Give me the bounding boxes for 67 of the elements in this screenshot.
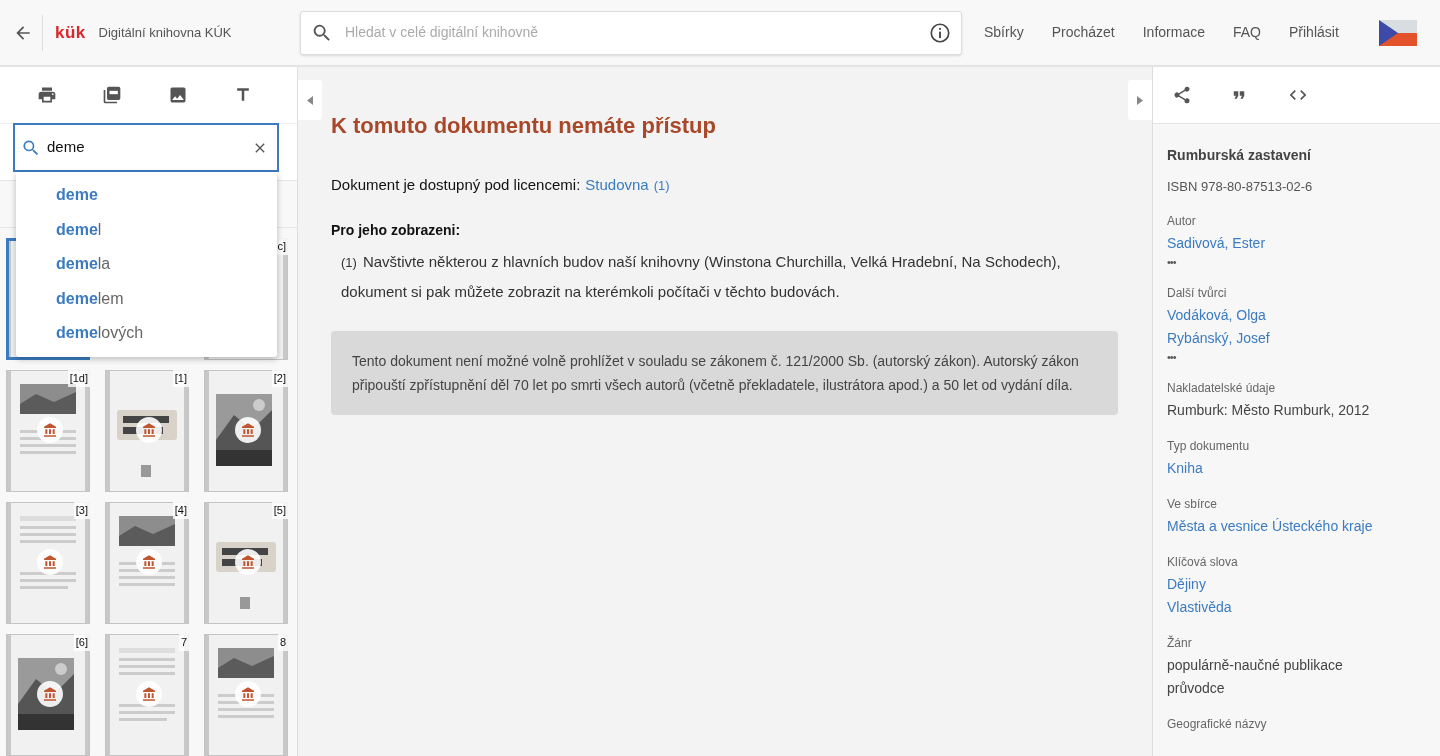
field-label: Typ dokumentu [1167,437,1251,455]
instruction-text: (1) Navštivte některou z hlavních budov naší knihovny (Winstona Churchilla, Velká Hradební, Na Schodech), dokument si pak můžete zobrazit na kterémkoli počítači v těchto budovách. [341,251,1062,302]
nav-link[interactable]: Procházet [1051,22,1115,43]
suggestion-item[interactable]: demela [16,247,277,282]
library-building-icon [42,554,58,570]
access-denied-heading: K tomuto dokumentu nemáte přístup [331,112,717,140]
page-label: 7 [178,634,189,651]
info-icon[interactable] [929,21,951,44]
search-field[interactable]: Hledat v celé digitální knihovně [300,10,962,55]
nav-link[interactable]: FAQ [1233,22,1261,43]
metadata-link[interactable]: Vlastivěda [1167,595,1426,619]
license-note: (1) [653,177,670,195]
suggestion-item[interactable]: demelových [16,316,277,351]
page-label: [1d] [67,370,90,387]
more-button[interactable]: ••• [1167,254,1426,269]
suggestion-item[interactable]: deme [16,178,277,213]
field-label: Žánr [1167,634,1193,652]
metadata-value: populárně-naučné publikace [1167,655,1344,675]
library-building-icon [141,686,157,702]
metadata-link[interactable]: Rybánský, Josef [1167,326,1426,350]
metadata-link[interactable]: Města a vesnice Ústeckého kraje [1167,514,1426,538]
field-label: Geografické názvy [1167,715,1268,733]
license-link[interactable]: Studovna [585,174,649,197]
metadata-link[interactable]: Vodáková, Olga [1167,303,1426,327]
metadata-link[interactable]: Dějiny [1167,572,1426,596]
share-icon[interactable] [1172,85,1192,105]
metadata-value: průvodce [1167,678,1226,698]
nav-link[interactable]: Přihlásit [1289,22,1339,43]
metadata-value: Rumburk: Město Rumburk, 2012 [1167,400,1371,420]
library-building-icon [240,686,256,702]
search-input[interactable]: deme [47,136,252,159]
metadata-link[interactable]: Kniha [1167,456,1426,480]
isbn-text: ISBN 978-80-87513-02-6 [1167,178,1314,196]
library-building-icon [42,686,58,702]
field-label: Nakladatelské údaje [1167,379,1277,397]
library-building-icon [42,422,58,438]
library-building-icon [240,422,256,438]
nav-link[interactable]: Informace [1142,22,1205,43]
library-building-icon [240,554,256,570]
license-text: Dokument je dostupný pod licencemi: [331,175,581,195]
page-label: 8 [277,634,288,651]
image-icon[interactable] [168,85,188,105]
caret-right-icon [1137,95,1143,105]
field-label: Klíčová slova [1167,553,1239,571]
field-label: Ve sbírce [1167,495,1219,513]
search-field[interactable]: deme [13,123,279,172]
library-building-icon [141,554,157,570]
czech-flag-icon[interactable] [1378,19,1417,46]
nav-link[interactable]: Sbírky [984,22,1024,43]
library-building-icon [141,422,157,438]
suggestion-item[interactable]: demelem [16,281,277,316]
instructions-title: Pro jeho zobrazeni: [331,220,462,240]
suggestion-item[interactable]: demel [16,212,277,247]
metadata-link[interactable]: Sadivová, Ester [1167,231,1426,255]
logo[interactable]: kük [55,19,86,46]
site-title[interactable]: Digitální knihovna KÚK [98,22,232,43]
print-icon[interactable] [37,85,57,105]
copyright-notice: Tento dokument není možné volně prohlížet v souladu se zákonem č. 121/2000 Sb. (autorský zákon). Autorský zákon připouští zpřístupnění děl 70 let po smrti všech autorů (včetně překladatele, ilustrátora apod.) a 50 let od vydání díla. [331,330,1118,415]
pdf-icon[interactable] [102,85,122,105]
more-button[interactable]: ••• [1167,349,1426,364]
field-label: Další tvůrci [1167,284,1228,302]
caret-left-icon [307,95,313,105]
collapse-left-tab[interactable] [298,80,322,120]
document-title: Rumburská zastavení [1167,146,1312,165]
search-input[interactable]: Hledat v celé digitální knihovně [345,22,929,43]
collapse-right-tab[interactable] [1128,80,1152,120]
field-label: Autor [1167,212,1197,230]
